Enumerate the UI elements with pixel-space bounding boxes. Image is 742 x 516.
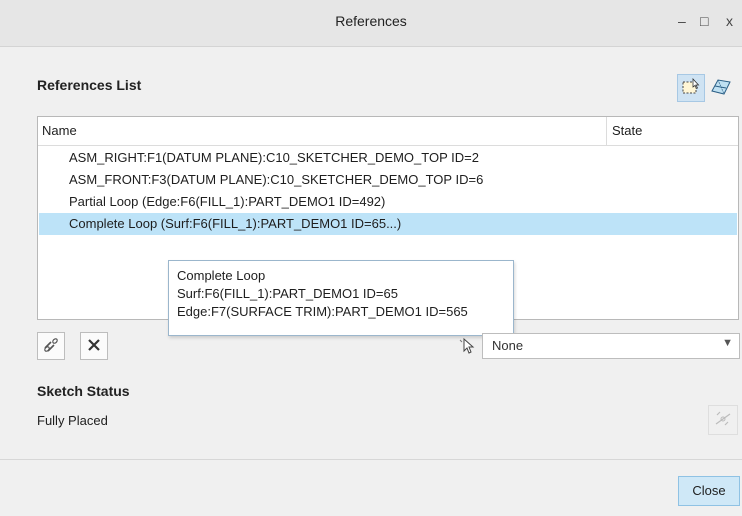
reference-filter-select[interactable]: None ▼	[482, 333, 740, 359]
minimize-button[interactable]: –	[678, 13, 686, 29]
select-reference-button[interactable]	[677, 74, 705, 102]
window-title: References	[335, 13, 407, 29]
footer-divider	[0, 459, 742, 460]
xsec-reference-button[interactable]	[707, 74, 735, 102]
close-window-button[interactable]: x	[726, 13, 733, 29]
xsec-reference-icon	[710, 77, 732, 100]
sketch-status-heading: Sketch Status	[37, 383, 130, 399]
close-button[interactable]: Close	[678, 476, 740, 506]
maximize-button[interactable]: □	[700, 13, 708, 29]
select-reference-icon	[681, 77, 701, 99]
delete-icon	[86, 337, 102, 356]
tooltip-surface: Surf:F6(FILL_1):PART_DEMO1 ID=65	[177, 286, 398, 301]
tooltip-title: Complete Loop	[177, 268, 266, 283]
tooltip-edge: Edge:F7(SURFACE TRIM):PART_DEMO1 ID=565	[177, 304, 468, 319]
replace-reference-button[interactable]	[37, 332, 65, 360]
replace-reference-icon	[42, 336, 60, 357]
solve-button[interactable]	[708, 405, 738, 435]
delete-reference-button[interactable]	[80, 332, 108, 360]
title-bar: References – □ x	[0, 0, 742, 47]
solve-icon	[714, 410, 732, 431]
column-header-name[interactable]: Name	[42, 123, 77, 138]
filter-selected-value: None	[492, 338, 524, 353]
list-header: Name State	[38, 117, 738, 146]
sketch-status-value: Fully Placed	[37, 413, 108, 428]
chevron-down-icon[interactable]: ▼	[722, 337, 733, 349]
list-item[interactable]: ASM_RIGHT:F1(DATUM PLANE):C10_SKETCHER_D…	[39, 147, 737, 169]
reference-tooltip: Complete Loop Surf:F6(FILL_1):PART_DEMO1…	[168, 260, 514, 336]
list-item[interactable]: Partial Loop (Edge:F6(FILL_1):PART_DEMO1…	[39, 191, 737, 213]
cursor-filter-icon	[458, 336, 478, 359]
list-item-selected[interactable]: Complete Loop (Surf:F6(FILL_1):PART_DEMO…	[39, 213, 737, 235]
column-header-state[interactable]: State	[612, 123, 642, 138]
list-item[interactable]: ASM_FRONT:F3(DATUM PLANE):C10_SKETCHER_D…	[39, 169, 737, 191]
references-list-heading: References List	[37, 77, 142, 93]
